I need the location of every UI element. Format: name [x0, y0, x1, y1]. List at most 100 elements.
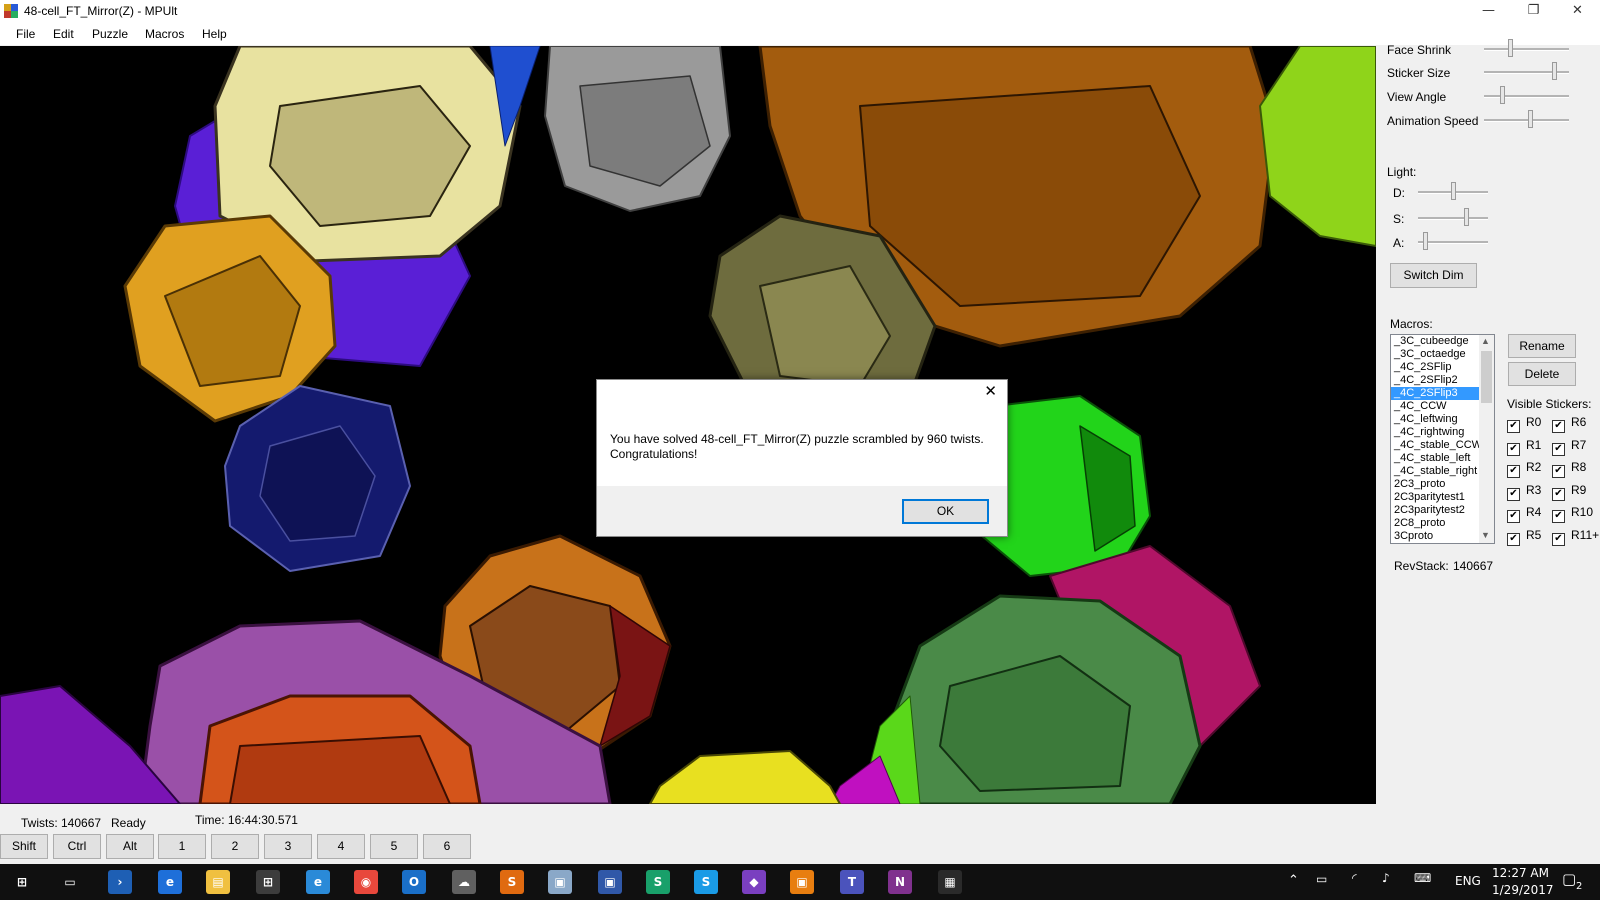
checkmark-icon: ✔	[1552, 465, 1565, 479]
cell-lime	[1259, 46, 1376, 247]
maximize-button[interactable]: ❐	[1511, 0, 1556, 23]
light-s-label: S:	[1393, 212, 1405, 226]
face-shrink-label: Face Shrink	[1387, 43, 1452, 57]
face-shrink-slider[interactable]	[1484, 39, 1569, 57]
ie-icon[interactable]: e	[306, 870, 330, 894]
sticker-size-slider[interactable]	[1484, 62, 1569, 80]
light-label: Light:	[1387, 165, 1417, 179]
scroll-up-icon[interactable]: ▲	[1481, 336, 1490, 346]
volume-icon[interactable]: ♪	[1382, 871, 1390, 885]
sticker-label: R8	[1571, 460, 1587, 475]
notification-count: 2	[1576, 881, 1583, 892]
cloud-icon[interactable]: ☁	[452, 870, 476, 894]
language-indicator[interactable]: ENG	[1455, 874, 1481, 888]
wifi-icon[interactable]: ◜	[1352, 871, 1357, 885]
ok-button[interactable]: OK	[902, 499, 989, 524]
menu-file[interactable]: File	[16, 27, 35, 41]
switch-dim-button[interactable]: Switch Dim	[1390, 263, 1477, 288]
edge-icon[interactable]: e	[158, 870, 182, 894]
sticker-checkbox-r2[interactable]: ✔ R2	[1507, 460, 1542, 479]
sticker-checkbox-r11plus[interactable]: ✔ R11+	[1552, 528, 1599, 546]
clock-time[interactable]: 12:27 AM	[1492, 866, 1549, 880]
scroll-thumb[interactable]	[1481, 351, 1492, 403]
menu-edit[interactable]: Edit	[53, 27, 74, 41]
battery-icon[interactable]: ▭	[1316, 872, 1327, 886]
key-5-button[interactable]: 5	[370, 834, 418, 859]
light-d-slider[interactable]	[1418, 182, 1488, 200]
delete-button[interactable]: Delete	[1508, 362, 1576, 386]
sticker-checkbox-r0[interactable]: ✔ R0	[1507, 415, 1541, 433]
light-d-label: D:	[1393, 186, 1405, 200]
twists-count: Twists: 140667	[21, 816, 102, 830]
clock-date[interactable]: 1/29/2017	[1492, 883, 1554, 897]
dialog-close-button[interactable]: ✕	[984, 382, 997, 400]
key-4-button[interactable]: 4	[317, 834, 365, 859]
sticker-checkbox-r9[interactable]: ✔ R9	[1552, 483, 1586, 501]
task-view-icon[interactable]: ▭	[58, 870, 82, 894]
photos-icon[interactable]: ▣	[548, 870, 572, 894]
menu-bar: File Edit Puzzle Macros Help	[0, 23, 1600, 45]
show-hidden-icons[interactable]: ⌃	[1288, 873, 1299, 888]
sublime-icon[interactable]: S	[500, 870, 524, 894]
key-6-button[interactable]: 6	[423, 834, 471, 859]
sticker-checkbox-r10[interactable]: ✔ R10	[1552, 505, 1594, 524]
visual-studio-icon[interactable]: ◆	[742, 870, 766, 894]
light-s-slider[interactable]	[1418, 208, 1488, 226]
close-window-button[interactable]: ✕	[1555, 0, 1600, 23]
onenote-icon[interactable]: N	[888, 870, 912, 894]
sticker-label: R10	[1571, 505, 1594, 520]
checkmark-icon: ✔	[1507, 442, 1520, 456]
sticker-label: R9	[1571, 482, 1587, 497]
minimize-button[interactable]: —	[1466, 0, 1511, 23]
mpult-icon[interactable]: ▦	[938, 870, 962, 894]
skype-icon[interactable]: S	[694, 870, 718, 894]
sticker-label: R5	[1526, 528, 1542, 542]
outlook-icon[interactable]: O	[402, 870, 426, 894]
checkmark-icon: ✔	[1552, 510, 1565, 524]
sway-icon[interactable]: S	[646, 870, 670, 894]
solved-dialog: ✕ You have solved 48-cell_FT_Mirror(Z) p…	[596, 379, 1008, 537]
windows-start-icon[interactable]: ⊞	[10, 870, 34, 894]
store-icon[interactable]: ⊞	[256, 870, 280, 894]
visible-stickers-label: Visible Stickers:	[1507, 397, 1592, 411]
sticker-label: R1	[1526, 437, 1542, 452]
view-angle-slider[interactable]	[1484, 86, 1569, 104]
rename-button[interactable]: Rename	[1508, 334, 1576, 358]
key-1-button[interactable]: 1	[158, 834, 206, 859]
powershell-icon[interactable]: ›	[108, 870, 132, 894]
checkmark-icon: ✔	[1552, 487, 1565, 501]
sticker-checkbox-r3[interactable]: ✔ R3	[1507, 483, 1541, 501]
checkmark-icon: ✔	[1552, 533, 1565, 546]
sticker-checkbox-r7[interactable]: ✔ R7	[1552, 438, 1586, 456]
dialog-message: You have solved 48-cell_FT_Mirror(Z) puz…	[610, 432, 984, 462]
ctrl-key-button[interactable]: Ctrl	[53, 834, 101, 859]
light-a-slider[interactable]	[1418, 232, 1488, 250]
sticker-checkbox-r1[interactable]: ✔ R1	[1507, 438, 1541, 456]
sticker-checkbox-r5[interactable]: ✔ R5	[1507, 528, 1541, 546]
remote-desktop-icon[interactable]: ▣	[598, 870, 622, 894]
sticker-checkbox-r8[interactable]: ✔ R8	[1552, 460, 1587, 479]
keyboard-icon[interactable]: ⌨	[1414, 871, 1431, 885]
office-icon[interactable]: ▣	[790, 870, 814, 894]
sticker-checkbox-r6[interactable]: ✔ R6	[1552, 415, 1586, 433]
sticker-checkbox-r4[interactable]: ✔ R4	[1507, 505, 1541, 524]
key-3-button[interactable]: 3	[264, 834, 312, 859]
macro-list-scrollbar[interactable]: ▲ ▼	[1479, 335, 1494, 543]
sticker-label: R2	[1526, 460, 1542, 475]
checkmark-icon: ✔	[1507, 533, 1520, 546]
menu-macros[interactable]: Macros	[145, 27, 184, 41]
animation-speed-slider[interactable]	[1484, 110, 1569, 128]
menu-help[interactable]: Help	[202, 27, 227, 41]
key-2-button[interactable]: 2	[211, 834, 259, 859]
scroll-down-icon[interactable]: ▼	[1481, 530, 1490, 540]
alt-key-button[interactable]: Alt	[106, 834, 154, 859]
shift-key-button[interactable]: Shift	[0, 834, 48, 859]
file-explorer-icon[interactable]: ▤	[206, 870, 230, 894]
control-panel: Face Shrink Sticker Size View Angle Anim…	[1377, 39, 1600, 804]
chrome-icon[interactable]: ◉	[354, 870, 378, 894]
teams-icon[interactable]: T	[840, 870, 864, 894]
view-angle-label: View Angle	[1387, 90, 1447, 104]
menu-puzzle[interactable]: Puzzle	[92, 27, 128, 41]
window-title: 48-cell_FT_Mirror(Z) - MPUlt	[24, 4, 178, 18]
notification-icon[interactable]: ▢	[1562, 870, 1576, 888]
